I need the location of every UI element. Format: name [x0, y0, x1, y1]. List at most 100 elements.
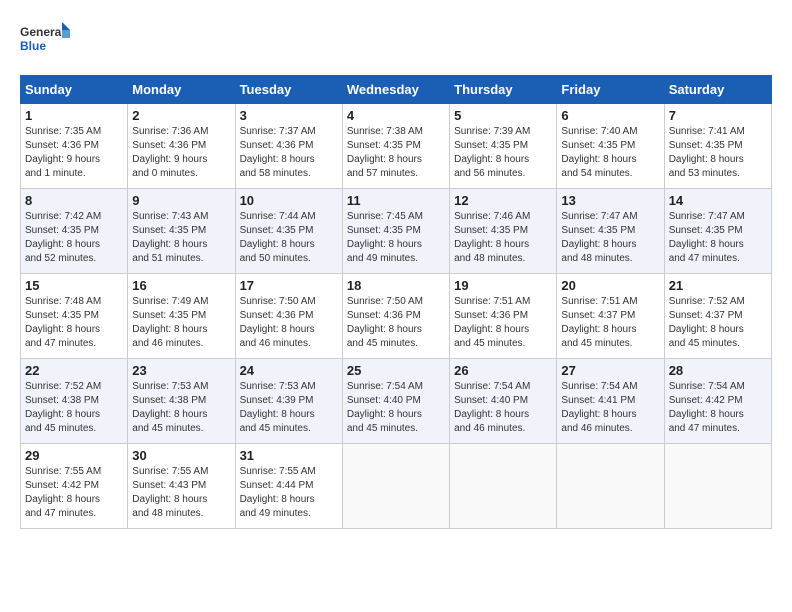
day-number: 4 [347, 108, 445, 123]
day-info: Sunrise: 7:54 AM Sunset: 4:42 PM Dayligh… [669, 380, 767, 436]
day-cell: 24 Sunrise: 7:53 AM Sunset: 4:39 PM Dayli… [235, 359, 342, 444]
day-cell: 6 Sunrise: 7:40 AM Sunset: 4:35 PM Daylig… [557, 104, 664, 189]
day-number: 9 [132, 193, 230, 208]
day-info: Sunrise: 7:48 AM Sunset: 4:35 PM Dayligh… [25, 295, 123, 351]
day-info: Sunrise: 7:45 AM Sunset: 4:35 PM Dayligh… [347, 210, 445, 266]
day-number: 17 [240, 278, 338, 293]
day-cell: 4Sunrise: 7:38 AM Sunset: 4:35 PM Daylig… [342, 104, 449, 189]
day-cell [664, 444, 771, 529]
day-cell: 9 Sunrise: 7:43 AM Sunset: 4:35 PM Daylig… [128, 189, 235, 274]
day-cell: 8 Sunrise: 7:42 AM Sunset: 4:35 PM Daylig… [21, 189, 128, 274]
day-number: 6 [561, 108, 659, 123]
day-cell: 28 Sunrise: 7:54 AM Sunset: 4:42 PM Dayli… [664, 359, 771, 444]
day-info: Sunrise: 7:44 AM Sunset: 4:35 PM Dayligh… [240, 210, 338, 266]
day-cell [557, 444, 664, 529]
day-info: Sunrise: 7:46 AM Sunset: 4:35 PM Dayligh… [454, 210, 552, 266]
day-cell: 17 Sunrise: 7:50 AM Sunset: 4:36 PM Dayli… [235, 274, 342, 359]
day-number: 10 [240, 193, 338, 208]
day-cell: 29 Sunrise: 7:55 AM Sunset: 4:42 PM Dayli… [21, 444, 128, 529]
day-cell: 21 Sunrise: 7:52 AM Sunset: 4:37 PM Dayli… [664, 274, 771, 359]
day-cell: 31Sunrise: 7:55 AM Sunset: 4:44 PM Dayli… [235, 444, 342, 529]
day-info: Sunrise: 7:49 AM Sunset: 4:35 PM Dayligh… [132, 295, 230, 351]
day-info: Sunrise: 7:40 AM Sunset: 4:35 PM Dayligh… [561, 125, 659, 181]
day-number: 22 [25, 363, 123, 378]
day-cell: 26 Sunrise: 7:54 AM Sunset: 4:40 PM Dayli… [450, 359, 557, 444]
day-info: Sunrise: 7:55 AM Sunset: 4:43 PM Dayligh… [132, 465, 230, 521]
day-number: 23 [132, 363, 230, 378]
day-number: 2 [132, 108, 230, 123]
day-info: Sunrise: 7:39 AM Sunset: 4:35 PM Dayligh… [454, 125, 552, 181]
day-cell: 23Sunrise: 7:53 AM Sunset: 4:38 PM Dayli… [128, 359, 235, 444]
day-info: Sunrise: 7:41 AM Sunset: 4:35 PM Dayligh… [669, 125, 767, 181]
day-cell: 7 Sunrise: 7:41 AM Sunset: 4:35 PM Daylig… [664, 104, 771, 189]
day-cell: 12Sunrise: 7:46 AM Sunset: 4:35 PM Dayli… [450, 189, 557, 274]
day-number: 16 [132, 278, 230, 293]
day-cell: 3 Sunrise: 7:37 AM Sunset: 4:36 PM Daylig… [235, 104, 342, 189]
day-info: Sunrise: 7:54 AM Sunset: 4:40 PM Dayligh… [454, 380, 552, 436]
day-cell [450, 444, 557, 529]
day-info: Sunrise: 7:37 AM Sunset: 4:36 PM Dayligh… [240, 125, 338, 181]
day-number: 26 [454, 363, 552, 378]
day-number: 21 [669, 278, 767, 293]
day-number: 28 [669, 363, 767, 378]
day-number: 31 [240, 448, 338, 463]
week-row-2: 8 Sunrise: 7:42 AM Sunset: 4:35 PM Daylig… [21, 189, 772, 274]
day-number: 5 [454, 108, 552, 123]
day-info: Sunrise: 7:51 AM Sunset: 4:37 PM Dayligh… [561, 295, 659, 351]
header-friday: Friday [557, 76, 664, 104]
day-cell: 27Sunrise: 7:54 AM Sunset: 4:41 PM Dayli… [557, 359, 664, 444]
day-info: Sunrise: 7:47 AM Sunset: 4:35 PM Dayligh… [669, 210, 767, 266]
day-info: Sunrise: 7:47 AM Sunset: 4:35 PM Dayligh… [561, 210, 659, 266]
day-number: 29 [25, 448, 123, 463]
header-saturday: Saturday [664, 76, 771, 104]
logo-svg: General Blue [20, 20, 70, 65]
day-number: 19 [454, 278, 552, 293]
day-number: 14 [669, 193, 767, 208]
header-row: SundayMondayTuesdayWednesdayThursdayFrid… [21, 76, 772, 104]
day-cell: 10 Sunrise: 7:44 AM Sunset: 4:35 PM Dayli… [235, 189, 342, 274]
day-number: 11 [347, 193, 445, 208]
day-number: 8 [25, 193, 123, 208]
day-number: 1 [25, 108, 123, 123]
day-cell: 30 Sunrise: 7:55 AM Sunset: 4:43 PM Dayli… [128, 444, 235, 529]
day-number: 7 [669, 108, 767, 123]
day-cell: 25Sunrise: 7:54 AM Sunset: 4:40 PM Dayli… [342, 359, 449, 444]
header-tuesday: Tuesday [235, 76, 342, 104]
day-info: Sunrise: 7:36 AM Sunset: 4:36 PM Dayligh… [132, 125, 230, 181]
day-cell: 2 Sunrise: 7:36 AM Sunset: 4:36 PM Daylig… [128, 104, 235, 189]
day-number: 13 [561, 193, 659, 208]
day-number: 24 [240, 363, 338, 378]
svg-text:Blue: Blue [20, 39, 46, 53]
header-sunday: Sunday [21, 76, 128, 104]
day-info: Sunrise: 7:50 AM Sunset: 4:36 PM Dayligh… [240, 295, 338, 351]
day-info: Sunrise: 7:54 AM Sunset: 4:40 PM Dayligh… [347, 380, 445, 436]
day-number: 30 [132, 448, 230, 463]
calendar-table: SundayMondayTuesdayWednesdayThursdayFrid… [20, 75, 772, 529]
header-wednesday: Wednesday [342, 76, 449, 104]
day-info: Sunrise: 7:50 AM Sunset: 4:36 PM Dayligh… [347, 295, 445, 351]
day-cell: 15 Sunrise: 7:48 AM Sunset: 4:35 PM Dayli… [21, 274, 128, 359]
day-info: Sunrise: 7:53 AM Sunset: 4:39 PM Dayligh… [240, 380, 338, 436]
day-cell: 5 Sunrise: 7:39 AM Sunset: 4:35 PM Daylig… [450, 104, 557, 189]
week-row-1: 1 Sunrise: 7:35 AM Sunset: 4:36 PM Daylig… [21, 104, 772, 189]
day-info: Sunrise: 7:55 AM Sunset: 4:42 PM Dayligh… [25, 465, 123, 521]
day-cell: 16 Sunrise: 7:49 AM Sunset: 4:35 PM Dayli… [128, 274, 235, 359]
day-info: Sunrise: 7:52 AM Sunset: 4:37 PM Dayligh… [669, 295, 767, 351]
day-info: Sunrise: 7:51 AM Sunset: 4:36 PM Dayligh… [454, 295, 552, 351]
day-cell: 19 Sunrise: 7:51 AM Sunset: 4:36 PM Dayli… [450, 274, 557, 359]
day-info: Sunrise: 7:43 AM Sunset: 4:35 PM Dayligh… [132, 210, 230, 266]
header-thursday: Thursday [450, 76, 557, 104]
day-info: Sunrise: 7:35 AM Sunset: 4:36 PM Dayligh… [25, 125, 123, 181]
day-number: 15 [25, 278, 123, 293]
week-row-4: 22 Sunrise: 7:52 AM Sunset: 4:38 PM Dayli… [21, 359, 772, 444]
day-cell: 11 Sunrise: 7:45 AM Sunset: 4:35 PM Dayli… [342, 189, 449, 274]
day-cell: 18Sunrise: 7:50 AM Sunset: 4:36 PM Dayli… [342, 274, 449, 359]
header-monday: Monday [128, 76, 235, 104]
day-info: Sunrise: 7:42 AM Sunset: 4:35 PM Dayligh… [25, 210, 123, 266]
day-info: Sunrise: 7:54 AM Sunset: 4:41 PM Dayligh… [561, 380, 659, 436]
day-number: 20 [561, 278, 659, 293]
day-info: Sunrise: 7:52 AM Sunset: 4:38 PM Dayligh… [25, 380, 123, 436]
week-row-5: 29 Sunrise: 7:55 AM Sunset: 4:42 PM Dayli… [21, 444, 772, 529]
day-number: 3 [240, 108, 338, 123]
page-header: General Blue [20, 20, 772, 65]
